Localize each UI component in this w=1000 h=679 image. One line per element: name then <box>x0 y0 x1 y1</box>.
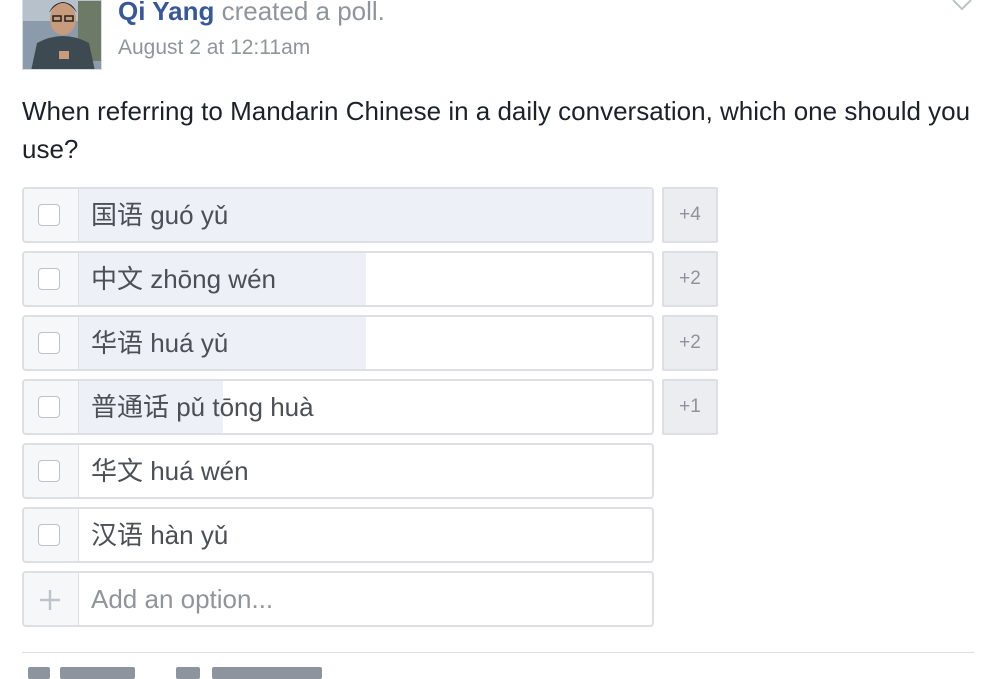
checkbox-cell <box>24 381 79 433</box>
checkbox-cell <box>24 509 79 561</box>
like-icon[interactable] <box>28 667 50 679</box>
checkbox-cell <box>24 445 79 497</box>
checkbox-cell <box>24 189 79 241</box>
poll-option-label: 国语 guó yǔ <box>91 200 229 230</box>
poll-option-box[interactable]: 国语 guó yǔ <box>22 187 654 243</box>
poll-option-box[interactable]: 中文 zhōng wén <box>22 251 654 307</box>
vote-checkbox[interactable] <box>38 332 60 354</box>
poll-option-box[interactable]: 华语 huá yǔ <box>22 315 654 371</box>
poll-option-label: 中文 zhōng wén <box>91 264 276 294</box>
add-option-row: Add an option... <box>22 571 718 627</box>
checkbox-cell <box>24 253 79 305</box>
vote-count-button[interactable]: +4 <box>662 187 718 243</box>
poll-option: 普通话 pǔ tōng huà +1 <box>22 379 718 435</box>
chevron-down-icon[interactable] <box>950 0 974 18</box>
plus-icon <box>40 590 60 610</box>
like-button-label-clipped[interactable] <box>60 667 135 679</box>
poll-option: 国语 guó yǔ +4 <box>22 187 718 243</box>
poll-option-box[interactable]: 华文 huá wén <box>22 443 654 499</box>
comment-button-label-clipped[interactable] <box>212 667 322 679</box>
poll-option-label: 华语 huá yǔ <box>91 328 229 358</box>
post-header: Qi Yang created a poll. <box>118 0 385 28</box>
footer-divider <box>22 652 974 653</box>
vote-count-button[interactable]: +2 <box>662 315 718 371</box>
vote-checkbox[interactable] <box>38 460 60 482</box>
poll-option: 华语 huá yǔ +2 <box>22 315 718 371</box>
checkbox-cell <box>24 317 79 369</box>
poll-option-box[interactable]: 普通话 pǔ tōng huà <box>22 379 654 435</box>
add-option-field[interactable]: Add an option... <box>22 571 654 627</box>
vote-count-button[interactable]: +2 <box>662 251 718 307</box>
profile-photo <box>23 0 101 69</box>
avatar[interactable] <box>22 0 102 70</box>
poll-option-box[interactable]: 汉语 hàn yǔ <box>22 507 654 563</box>
add-option-cell <box>24 573 79 625</box>
vote-checkbox[interactable] <box>38 396 60 418</box>
vote-count-button[interactable]: +1 <box>662 379 718 435</box>
vote-checkbox[interactable] <box>38 524 60 546</box>
post-action-text: created a poll. <box>221 0 385 26</box>
poll-option-label: 华文 huá wén <box>91 456 249 486</box>
poll-option: 汉语 hàn yǔ <box>22 507 718 563</box>
author-name[interactable]: Qi Yang <box>118 0 214 26</box>
vote-checkbox[interactable] <box>38 268 60 290</box>
vote-checkbox[interactable] <box>38 204 60 226</box>
poll-option-label: 普通话 pǔ tōng huà <box>91 392 314 422</box>
poll-option-label: 汉语 hàn yǔ <box>91 520 229 550</box>
add-option-placeholder[interactable]: Add an option... <box>91 573 273 625</box>
poll-question: When referring to Mandarin Chinese in a … <box>22 96 971 164</box>
poll-option: 中文 zhōng wén +2 <box>22 251 718 307</box>
poll-post: Qi Yang created a poll. August 2 at 12:1… <box>0 0 1000 679</box>
comment-icon[interactable] <box>176 667 200 679</box>
poll-option: 华文 huá wén <box>22 443 718 499</box>
post-timestamp[interactable]: August 2 at 12:11am <box>118 34 310 62</box>
